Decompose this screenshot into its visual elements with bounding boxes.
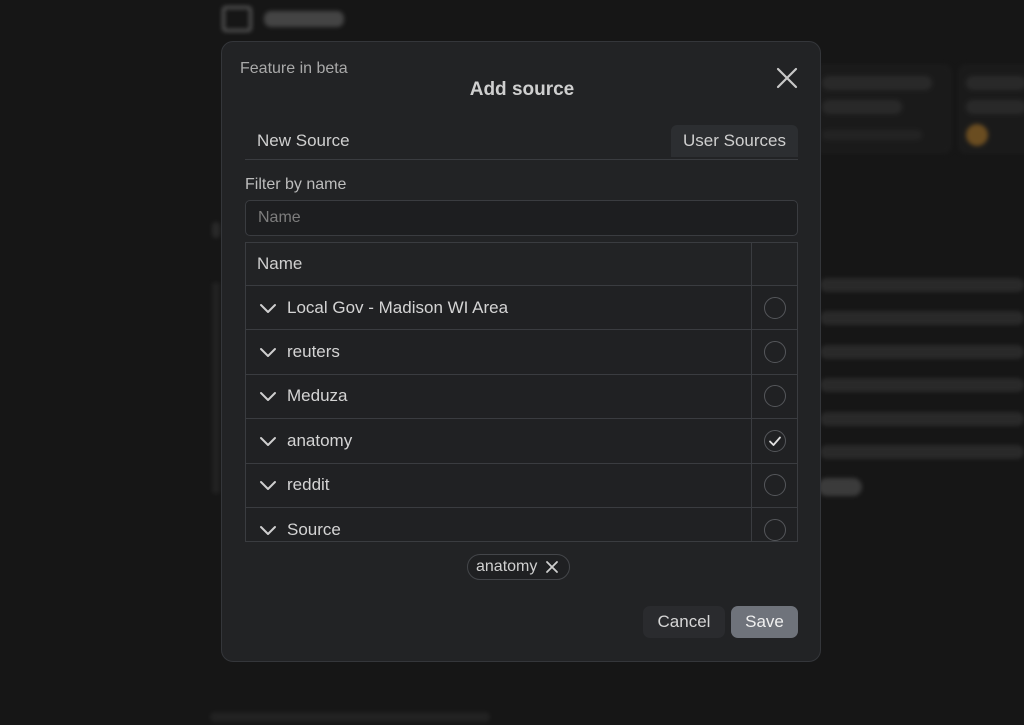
table-row[interactable]: Source — [246, 507, 797, 541]
save-button[interactable]: Save — [731, 606, 798, 638]
sources-icon — [222, 6, 252, 32]
row-checkbox[interactable] — [763, 341, 786, 364]
row-select-cell — [752, 464, 797, 507]
checkmark-icon — [768, 436, 781, 446]
row-select-cell — [752, 419, 797, 462]
row-checkbox-checked[interactable] — [763, 429, 786, 452]
chevron-down-icon[interactable] — [258, 520, 278, 540]
background-page-title — [222, 6, 344, 32]
column-header-select — [752, 243, 797, 285]
column-header-name: Name — [246, 243, 752, 285]
row-checkbox[interactable] — [763, 385, 786, 408]
dialog-title: Add source — [469, 79, 575, 100]
row-name-cell: Meduza — [246, 374, 752, 419]
chevron-down-icon[interactable] — [258, 431, 278, 451]
row-name-cell: reuters — [246, 330, 752, 374]
chevron-down-icon[interactable] — [258, 342, 278, 362]
row-name-cell: Local Gov - Madison WI Area — [246, 286, 752, 330]
filter-label: Filter by name — [245, 176, 347, 193]
table-row[interactable]: anatomy — [246, 419, 797, 464]
row-label: Source — [287, 519, 341, 539]
row-checkbox[interactable] — [763, 296, 786, 319]
row-select-cell — [752, 375, 797, 418]
row-label: anatomy — [287, 430, 353, 450]
table-row[interactable]: reddit — [246, 463, 797, 508]
row-label: Meduza — [287, 386, 348, 406]
selected-source-chip: anatomy — [467, 554, 571, 580]
row-checkbox[interactable] — [763, 474, 786, 497]
row-name-cell: anatomy — [246, 419, 752, 463]
table-row[interactable]: reuters — [246, 330, 797, 375]
cancel-button[interactable]: Cancel — [643, 606, 725, 638]
table-header: Name — [246, 243, 797, 286]
row-name-cell: Source — [246, 507, 752, 541]
background-card — [812, 64, 952, 154]
table-row[interactable]: Meduza — [246, 374, 797, 420]
close-icon[interactable] — [775, 66, 799, 90]
filter-name-input[interactable] — [245, 200, 798, 236]
tab-new-source[interactable]: New Source — [245, 125, 362, 157]
add-source-dialog: Feature in beta Add source New Source Us… — [221, 41, 821, 662]
chevron-down-icon[interactable] — [258, 475, 278, 495]
beta-label: Feature in beta — [240, 60, 348, 77]
row-label: reddit — [287, 475, 330, 495]
remove-chip-icon[interactable] — [545, 560, 559, 574]
row-label: Local Gov - Madison WI Area — [287, 297, 509, 317]
row-select-cell — [752, 286, 797, 329]
row-checkbox[interactable] — [763, 518, 786, 541]
chevron-down-icon[interactable] — [258, 386, 278, 406]
row-name-cell: reddit — [246, 463, 752, 507]
chip-label: anatomy — [476, 558, 538, 575]
chevron-down-icon[interactable] — [258, 298, 278, 318]
row-label: reuters — [287, 342, 340, 362]
source-tabs: New Source User Sources — [245, 125, 798, 160]
row-select-cell — [752, 330, 797, 373]
table-row[interactable]: Local Gov - Madison WI Area — [246, 286, 797, 331]
sources-table: Name Local Gov - Madison WI Area reuters — [245, 242, 798, 542]
row-select-cell — [752, 508, 797, 541]
background-card — [958, 64, 1024, 154]
tab-user-sources[interactable]: User Sources — [671, 125, 798, 157]
